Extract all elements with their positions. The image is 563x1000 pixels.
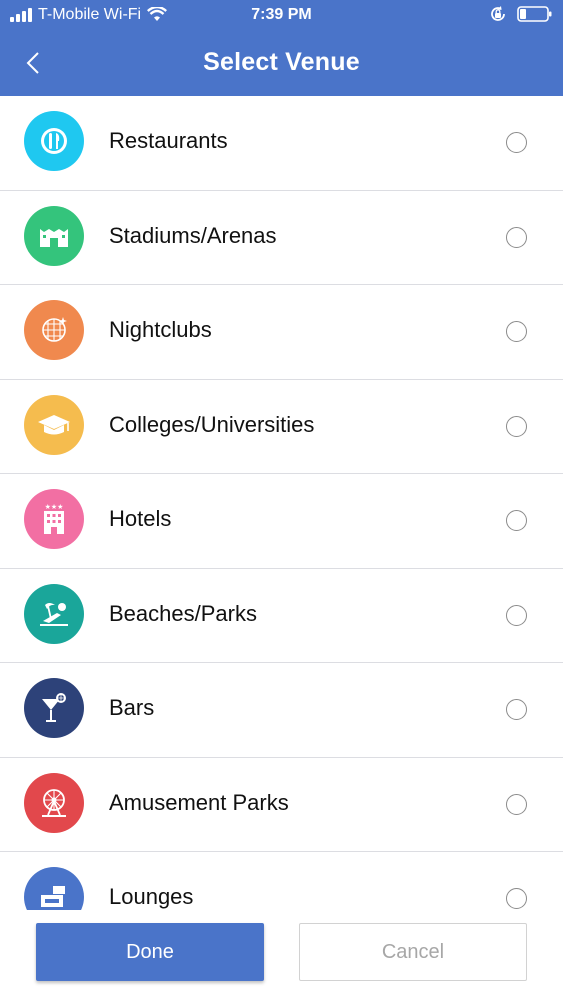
venue-row-colleges[interactable]: Colleges/Universities	[0, 380, 563, 474]
venue-row-beaches[interactable]: Beaches/Parks	[0, 569, 563, 663]
radio-button[interactable]	[506, 699, 527, 720]
venue-row-restaurants[interactable]: Restaurants	[0, 96, 563, 191]
radio-button[interactable]	[506, 321, 527, 342]
venue-label: Stadiums/Arenas	[109, 222, 277, 248]
cocktail-icon	[24, 678, 84, 738]
footer: Done Cancel	[0, 910, 563, 1000]
radio-button[interactable]	[506, 132, 527, 153]
rotation-lock-icon	[491, 6, 505, 21]
status-time: 7:39 PM	[251, 6, 312, 23]
venue-row-nightclubs[interactable]: Nightclubs	[0, 285, 563, 380]
venue-row-lounges[interactable]: Lounges	[0, 852, 563, 910]
venue-row-stadiums[interactable]: Stadiums/Arenas	[0, 191, 563, 285]
lounge-icon	[24, 867, 84, 910]
header: T-Mobile Wi-Fi 7:39 PM Select Venue	[0, 0, 563, 96]
venue-row-bars[interactable]: Bars	[0, 663, 563, 758]
page-title: Select Venue	[203, 48, 360, 76]
radio-button[interactable]	[506, 604, 527, 626]
venue-label: Amusement Parks	[109, 789, 289, 815]
venue-row-hotels[interactable]: ★★★ Hotels	[0, 474, 563, 569]
cancel-button[interactable]: Cancel	[299, 923, 527, 981]
venue-label: Bars	[109, 695, 155, 720]
venue-label: Lounges	[109, 884, 194, 909]
fork-knife-icon	[24, 111, 84, 171]
radio-button[interactable]	[506, 888, 527, 909]
ferris-wheel-icon	[24, 772, 84, 833]
status-bar: T-Mobile Wi-Fi 7:39 PM	[0, 0, 563, 34]
venue-label: Restaurants	[109, 128, 228, 153]
disco-ball-icon	[24, 300, 84, 360]
radio-button[interactable]	[506, 510, 527, 531]
venue-label: Nightclubs	[109, 317, 212, 342]
stadium-icon	[24, 205, 84, 266]
venue-label: Beaches/Parks	[109, 600, 257, 626]
graduation-cap-icon	[24, 394, 84, 455]
svg-text:★★★: ★★★	[45, 503, 64, 511]
radio-button[interactable]	[506, 415, 527, 437]
venue-row-amusement-parks[interactable]: Amusement Parks	[0, 758, 563, 852]
venue-label: Colleges/Universities	[109, 411, 315, 437]
venue-label: Hotels	[109, 506, 172, 531]
radio-button[interactable]	[506, 226, 527, 248]
beach-chair-icon	[24, 583, 84, 644]
radio-button[interactable]	[506, 793, 527, 815]
battery-icon	[517, 6, 552, 22]
status-right	[489, 5, 553, 23]
hotel-icon: ★★★	[24, 489, 84, 549]
done-button[interactable]: Done	[36, 923, 264, 981]
venue-list: Restaurants Stadiums/Arenas Nightclubs C…	[0, 96, 563, 910]
